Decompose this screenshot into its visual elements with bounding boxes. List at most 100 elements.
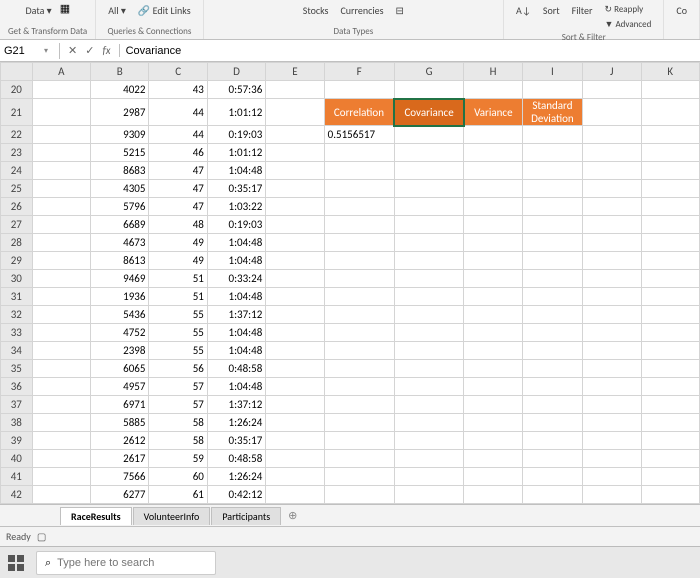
cell-G30[interactable] <box>394 270 464 288</box>
row-header-42[interactable]: 42 <box>1 486 33 504</box>
cell-F34[interactable] <box>324 342 394 360</box>
cell-B37[interactable]: 6971 <box>91 396 149 414</box>
row-header-36[interactable]: 36 <box>1 378 33 396</box>
cell-J30[interactable] <box>583 270 641 288</box>
cell-C39[interactable]: 58 <box>149 432 207 450</box>
cell-F33[interactable] <box>324 324 394 342</box>
column-header-F[interactable]: F <box>324 63 394 81</box>
cell-C42[interactable]: 61 <box>149 486 207 504</box>
cell-A41[interactable] <box>32 468 90 486</box>
cell-K40[interactable] <box>641 450 700 468</box>
cell-F30[interactable] <box>324 270 394 288</box>
cell-H29[interactable] <box>464 252 522 270</box>
row-header-38[interactable]: 38 <box>1 414 33 432</box>
row-header-25[interactable]: 25 <box>1 180 33 198</box>
cell-A25[interactable] <box>32 180 90 198</box>
cell-C23[interactable]: 46 <box>149 144 207 162</box>
cell-B31[interactable]: 1936 <box>91 288 149 306</box>
cell-K34[interactable] <box>641 342 700 360</box>
cell-D41[interactable]: 1:26:24 <box>207 468 265 486</box>
cell-I24[interactable] <box>522 162 582 180</box>
cell-C34[interactable]: 55 <box>149 342 207 360</box>
cell-K38[interactable] <box>641 414 700 432</box>
cell-C25[interactable]: 47 <box>149 180 207 198</box>
cell-F42[interactable] <box>324 486 394 504</box>
cell-G34[interactable] <box>394 342 464 360</box>
cell-G21[interactable]: Covariance <box>394 99 464 126</box>
cell-C33[interactable]: 55 <box>149 324 207 342</box>
spreadsheet-grid[interactable]: ABCDEFGHIJK204022430:57:36212987441:01:1… <box>0 62 700 504</box>
cell-H31[interactable] <box>464 288 522 306</box>
cell-A21[interactable] <box>32 99 90 126</box>
cell-E28[interactable] <box>266 234 324 252</box>
name-box-dropdown-icon[interactable]: ▾ <box>44 46 48 56</box>
cell-J36[interactable] <box>583 378 641 396</box>
cell-E41[interactable] <box>266 468 324 486</box>
cell-F36[interactable] <box>324 378 394 396</box>
cell-I40[interactable] <box>522 450 582 468</box>
cell-B38[interactable]: 5885 <box>91 414 149 432</box>
cell-G24[interactable] <box>394 162 464 180</box>
cell-I39[interactable] <box>522 432 582 450</box>
cell-C31[interactable]: 51 <box>149 288 207 306</box>
cell-A36[interactable] <box>32 378 90 396</box>
cell-A24[interactable] <box>32 162 90 180</box>
row-header-32[interactable]: 32 <box>1 306 33 324</box>
cell-K36[interactable] <box>641 378 700 396</box>
cell-K22[interactable] <box>641 126 700 144</box>
cell-F25[interactable] <box>324 180 394 198</box>
cell-C32[interactable]: 55 <box>149 306 207 324</box>
cell-H39[interactable] <box>464 432 522 450</box>
cell-J33[interactable] <box>583 324 641 342</box>
cell-K21[interactable] <box>641 99 700 126</box>
cell-F29[interactable] <box>324 252 394 270</box>
cell-A23[interactable] <box>32 144 90 162</box>
cell-F32[interactable] <box>324 306 394 324</box>
cell-E24[interactable] <box>266 162 324 180</box>
cell-B42[interactable]: 6277 <box>91 486 149 504</box>
cell-H34[interactable] <box>464 342 522 360</box>
cell-E42[interactable] <box>266 486 324 504</box>
cell-D23[interactable]: 1:01:12 <box>207 144 265 162</box>
row-header-22[interactable]: 22 <box>1 126 33 144</box>
fx-icon[interactable]: fx <box>100 44 112 57</box>
taskbar-search-input[interactable] <box>57 557 197 569</box>
cell-J42[interactable] <box>583 486 641 504</box>
sheet-tab-participants[interactable]: Participants <box>211 507 281 525</box>
cell-G39[interactable] <box>394 432 464 450</box>
cell-D34[interactable]: 1:04:48 <box>207 342 265 360</box>
cell-F22[interactable]: 0.5156517 <box>324 126 394 144</box>
row-header-34[interactable]: 34 <box>1 342 33 360</box>
cell-B23[interactable]: 5215 <box>91 144 149 162</box>
cell-K23[interactable] <box>641 144 700 162</box>
cell-G22[interactable] <box>394 126 464 144</box>
cell-E38[interactable] <box>266 414 324 432</box>
cell-K42[interactable] <box>641 486 700 504</box>
row-header-29[interactable]: 29 <box>1 252 33 270</box>
column-header-D[interactable]: D <box>207 63 265 81</box>
cell-I20[interactable] <box>522 81 582 99</box>
cell-A37[interactable] <box>32 396 90 414</box>
cell-E33[interactable] <box>266 324 324 342</box>
cell-A27[interactable] <box>32 216 90 234</box>
cell-D28[interactable]: 1:04:48 <box>207 234 265 252</box>
cell-F20[interactable] <box>324 81 394 99</box>
cell-E29[interactable] <box>266 252 324 270</box>
currencies-button[interactable]: Currencies <box>336 2 387 19</box>
cell-H35[interactable] <box>464 360 522 378</box>
cell-J25[interactable] <box>583 180 641 198</box>
cell-D22[interactable]: 0:19:03 <box>207 126 265 144</box>
cell-C28[interactable]: 49 <box>149 234 207 252</box>
cell-B34[interactable]: 2398 <box>91 342 149 360</box>
cell-B39[interactable]: 2612 <box>91 432 149 450</box>
cell-C41[interactable]: 60 <box>149 468 207 486</box>
cell-I35[interactable] <box>522 360 582 378</box>
cell-F41[interactable] <box>324 468 394 486</box>
cell-E34[interactable] <box>266 342 324 360</box>
cell-G26[interactable] <box>394 198 464 216</box>
cell-B29[interactable]: 8613 <box>91 252 149 270</box>
row-header-39[interactable]: 39 <box>1 432 33 450</box>
cell-A42[interactable] <box>32 486 90 504</box>
cell-A20[interactable] <box>32 81 90 99</box>
cell-I23[interactable] <box>522 144 582 162</box>
